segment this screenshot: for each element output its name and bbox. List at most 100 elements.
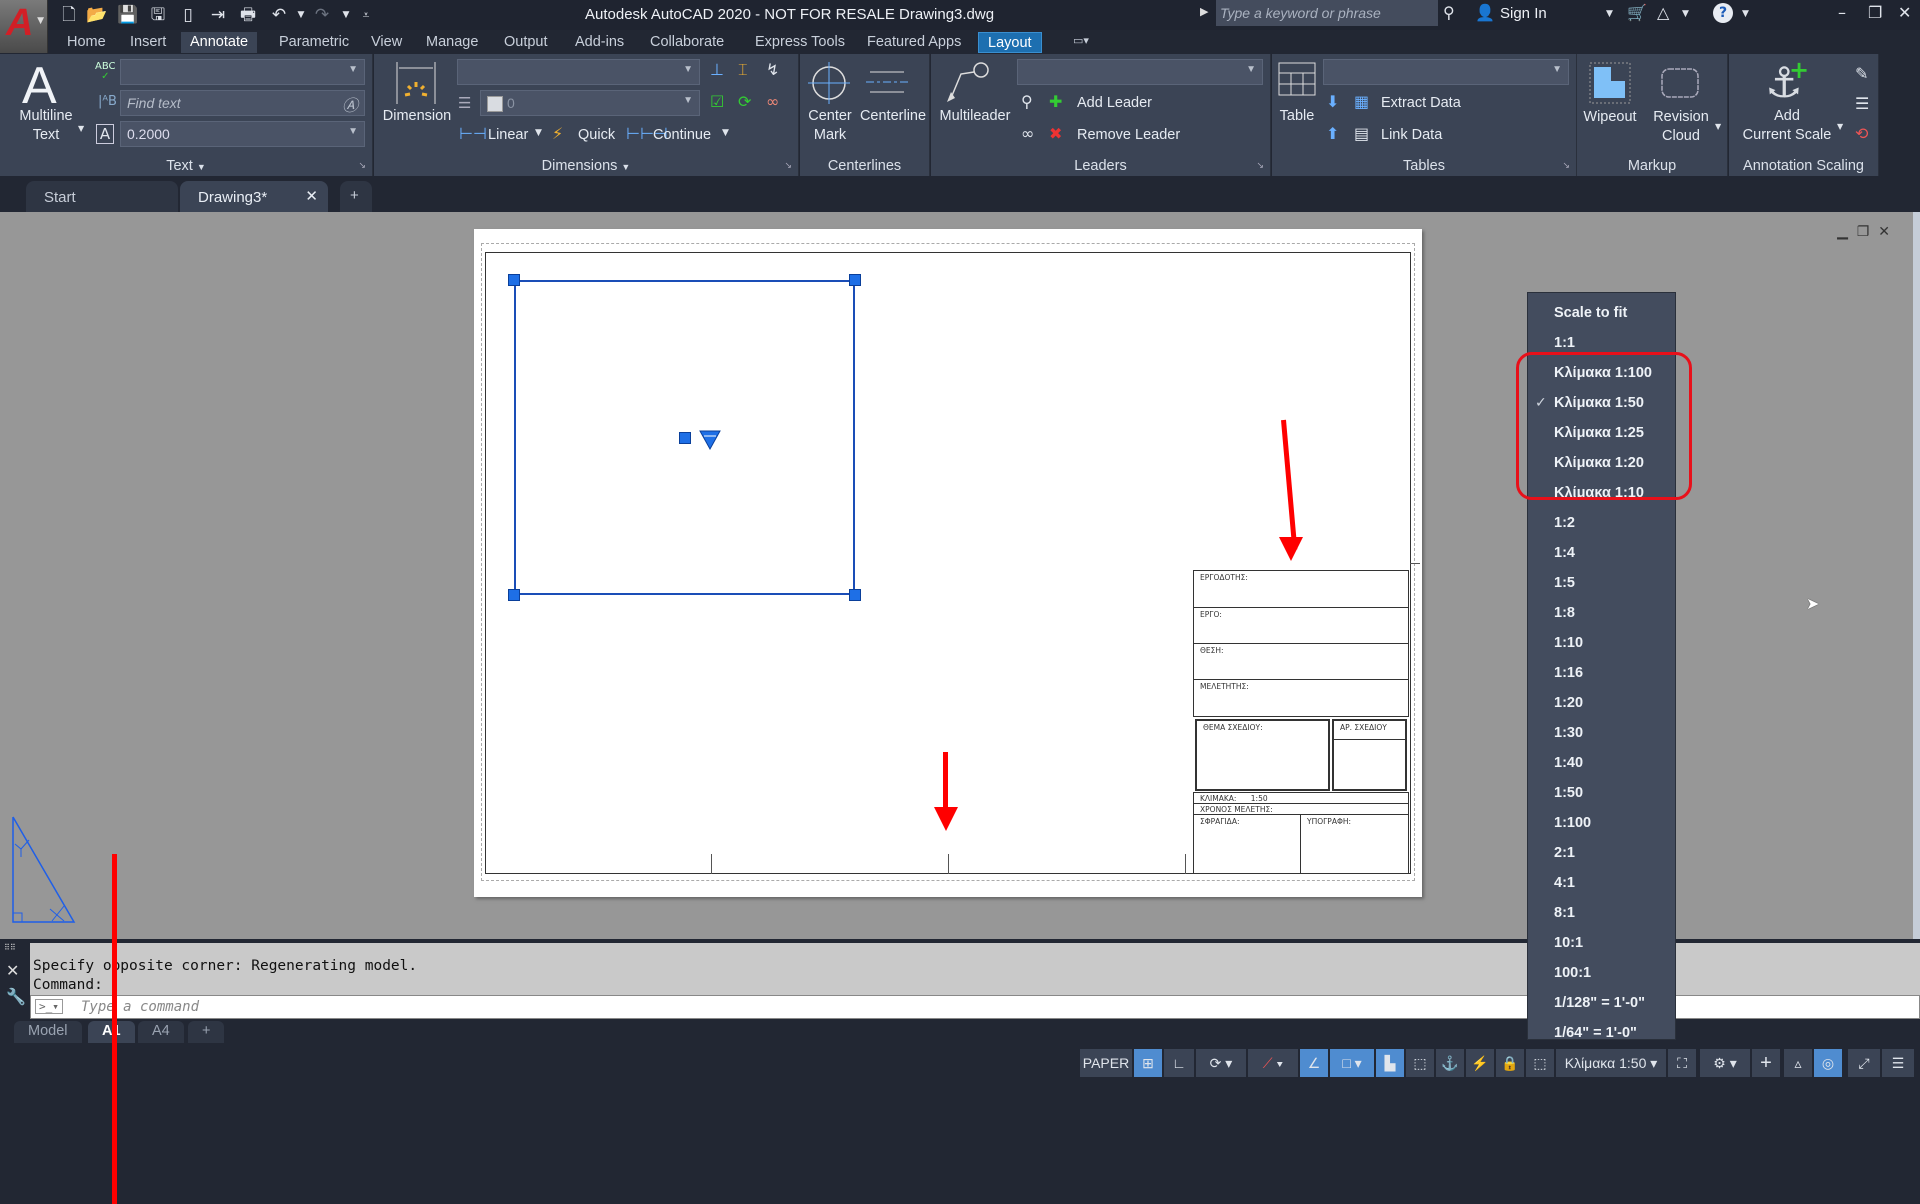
redo-dropdown-icon[interactable]: ▼ [335,4,357,26]
inspect-icon[interactable]: ☑ [710,92,724,111]
paper-space-toggle[interactable]: PAPER [1080,1049,1132,1077]
annotation-monitor-icon[interactable]: + [1752,1049,1780,1077]
add-current-scale-button[interactable]: Add Current Scale [1729,107,1845,145]
units-icon[interactable]: ▵ [1784,1049,1812,1077]
a360-dropdown-icon[interactable]: ▼ [1682,9,1689,19]
annotation-visibility-icon[interactable]: ⚓ [1436,1049,1464,1077]
new-tab-button[interactable]: + [340,181,372,212]
continue-button[interactable]: Continue [653,127,711,143]
scale-menu-item[interactable]: 100:1 [1528,959,1675,989]
drag-handle-icon[interactable]: ⠿⠿ [4,943,16,952]
dialog-launcher-icon[interactable]: ↘ [358,161,366,171]
break-icon[interactable]: ⊥ [710,60,724,79]
sign-in-dropdown-icon[interactable]: ▼ [1606,9,1613,19]
spell-check-icon[interactable]: ABC ✓ [95,62,116,82]
update-icon[interactable]: ⟳ [738,92,751,111]
add-delete-scales-icon[interactable]: ✎ [1855,64,1868,83]
tab-home[interactable]: Home [58,32,115,53]
customization-menu-icon[interactable]: ☰ [1882,1049,1914,1077]
minimize-icon[interactable]: – [1838,3,1846,22]
quick-properties-icon[interactable]: ◎ [1814,1049,1842,1077]
isolate-objects-icon[interactable]: ⬚ [1526,1049,1554,1077]
reassociate-icon[interactable]: ∞ [766,92,779,111]
text-style-combo[interactable]: ▼ [120,59,365,85]
scale-menu-item[interactable]: 1/128" = 1'-0" [1528,989,1675,1019]
ortho-icon[interactable]: ∟ [1164,1049,1194,1077]
scale-menu-item[interactable]: 1:50 [1528,779,1675,809]
save-icon[interactable]: 💾 [117,4,139,26]
minimize-drawing-icon[interactable]: ▁ [1837,224,1848,240]
close-command-line-icon[interactable]: ✕ [6,961,19,980]
tab-view[interactable]: View [362,32,411,53]
chevron-down-icon[interactable]: ▼ [535,128,542,138]
undo-dropdown-icon[interactable]: ▼ [290,4,312,26]
text-height-combo[interactable]: 0.2000 ▼ [120,121,365,147]
tab-annotate[interactable]: Annotate [181,32,258,53]
panel-label-text[interactable]: Text ▼ [0,158,372,174]
open-icon[interactable]: 📂 [86,4,108,26]
grip[interactable] [849,589,861,601]
sign-in-button[interactable]: Sign In [1500,5,1547,22]
scale-menu-item[interactable]: 1:16 [1528,659,1675,689]
grid-icon[interactable]: ⊞ [1134,1049,1162,1077]
help-dropdown-icon[interactable]: ▼ [1742,9,1749,19]
scale-menu-item[interactable]: 1:20 [1528,689,1675,719]
workspace-gear-icon[interactable]: ⚙ ▾ [1700,1049,1750,1077]
layout-tab-a4[interactable]: A4 [138,1021,184,1043]
auto-scale-icon[interactable]: ⚡ [1466,1049,1494,1077]
table-style-combo[interactable]: ▼ [1323,59,1569,85]
restore-drawing-icon[interactable]: ❐ [1857,224,1870,240]
upload-to-source-icon[interactable]: ⬆ [1326,124,1339,143]
scale-menu-item[interactable]: Scale to fit [1528,299,1675,329]
undo-icon[interactable]: ↶ [268,4,290,26]
scale-menu-item[interactable]: 10:1 [1528,929,1675,959]
dialog-launcher-icon[interactable]: ↘ [1256,161,1264,171]
customize-quick-access-icon[interactable]: ⩡ [355,4,377,26]
layout-tab-model[interactable]: Model [14,1021,82,1043]
wipeout-button[interactable]: Wipeout [1577,108,1643,127]
sync-scale-positions-icon[interactable]: ⟲ [1855,124,1868,143]
dimension-style-combo[interactable]: ▼ [457,59,700,85]
scale-menu-item[interactable]: 1:30 [1528,719,1675,749]
scale-menu-item[interactable]: 1:5 [1528,569,1675,599]
help-icon[interactable]: ? [1713,3,1733,23]
collect-leaders-icon[interactable]: ∞ [1021,124,1034,143]
chevron-down-icon[interactable]: ▼ [722,128,729,138]
grip[interactable] [508,274,520,286]
panel-label-dimensions[interactable]: Dimensions ▼ [374,158,798,174]
viewport-scale-sync-icon[interactable]: ⛶ [1668,1049,1696,1077]
new-layout-button[interactable]: + [188,1021,225,1043]
customize-wrench-icon[interactable]: 🔧 [6,987,26,1006]
tab-output[interactable]: Output [495,32,557,53]
grip[interactable] [508,589,520,601]
grip[interactable] [849,274,861,286]
scale-menu-item[interactable]: 1:40 [1528,749,1675,779]
chevron-down-icon[interactable]: ▼ [78,124,84,133]
new-icon[interactable]: 🗋 [58,4,80,26]
tab-express-tools[interactable]: Express Tools [746,32,854,53]
tab-add-ins[interactable]: Add-ins [566,32,633,53]
close-tab-icon[interactable]: ✕ [305,187,318,205]
open-from-web-icon[interactable]: ▯ [177,4,199,26]
cart-icon[interactable]: 🛒 [1627,3,1647,22]
tab-collaborate[interactable]: Collaborate [641,32,733,53]
centerline-button[interactable]: Centerline [856,107,930,126]
remove-leader-button[interactable]: Remove Leader [1077,127,1180,143]
revision-cloud-button[interactable]: Revision Cloud [1643,108,1719,146]
scale-menu-item[interactable]: 8:1 [1528,899,1675,929]
scale-menu-item[interactable]: 1:2 [1528,509,1675,539]
annotation-scale-button[interactable]: Κλίμακα 1:50 ▾ [1556,1049,1666,1077]
lock-ui-icon[interactable]: 🔒 [1496,1049,1524,1077]
scale-menu-item[interactable]: 1:10 [1528,629,1675,659]
scale-menu-item[interactable]: 1:4 [1528,539,1675,569]
add-leader-button[interactable]: Add Leader [1077,95,1152,111]
scale-menu-item[interactable]: 2:1 [1528,839,1675,869]
align-leaders-icon[interactable]: ⚲ [1021,92,1033,111]
multileader-style-combo[interactable]: ▼ [1017,59,1263,85]
tab-insert[interactable]: Insert [121,32,175,53]
selection-cycling-icon[interactable]: ⬚ [1406,1049,1434,1077]
scale-menu-item[interactable]: 1:100 [1528,809,1675,839]
save-as-icon[interactable]: 🖫 [147,4,169,26]
dialog-launcher-icon[interactable]: ↘ [1562,161,1570,171]
tab-featured-apps[interactable]: Featured Apps [858,32,970,53]
